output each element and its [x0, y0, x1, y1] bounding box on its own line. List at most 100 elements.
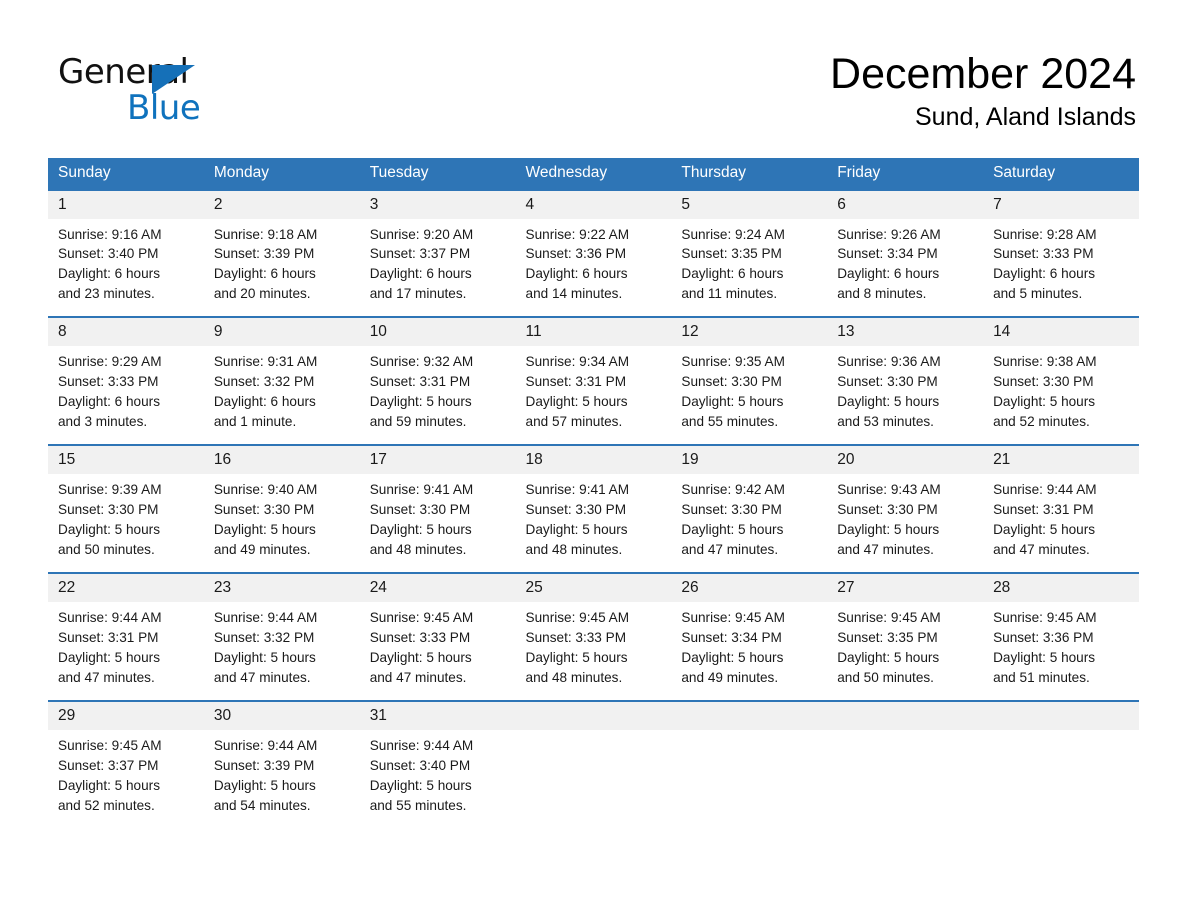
week-spacer-cell — [359, 432, 516, 446]
day-number — [827, 702, 984, 730]
calendar-day-cell[interactable]: 25 Sunrise: 9:45 AM Sunset: 3:33 PM Dayli… — [515, 572, 672, 688]
day-sun-info: Sunrise: 9:44 AM Sunset: 3:40 PM Dayligh… — [369, 738, 474, 813]
day-number: 26 — [671, 574, 828, 603]
calendar-empty-cell — [983, 700, 1139, 816]
week-spacer-row — [48, 560, 1139, 574]
calendar-day-cell[interactable]: 21 Sunrise: 9:44 AM Sunset: 3:31 PM Dayli… — [983, 444, 1139, 561]
week-spacer-cell — [203, 688, 360, 701]
day-number: 20 — [827, 446, 984, 475]
calendar-day-cell[interactable]: 28 Sunrise: 9:45 AM Sunset: 3:36 PM Dayli… — [983, 572, 1139, 688]
week-spacer-cell — [359, 688, 516, 701]
calendar-day-cell[interactable]: 13 Sunrise: 9:36 AM Sunset: 3:30 PM Dayli… — [827, 316, 984, 433]
day-number: 7 — [983, 190, 1139, 219]
calendar-page: General Blue December 2024 Sund, Aland I… — [0, 0, 1188, 918]
day-number: 24 — [359, 574, 516, 603]
calendar-empty-cell — [671, 700, 828, 816]
calendar-day-cell[interactable]: 17 Sunrise: 9:41 AM Sunset: 3:30 PM Dayli… — [359, 444, 516, 561]
calendar-day-cell[interactable]: 22 Sunrise: 9:44 AM Sunset: 3:31 PM Dayli… — [48, 572, 204, 688]
day-sun-info: Sunrise: 9:42 AM Sunset: 3:30 PM Dayligh… — [681, 482, 785, 558]
day-sun-info: Sunrise: 9:29 AM Sunset: 3:33 PM Dayligh… — [58, 354, 162, 430]
week-spacer-cell — [827, 432, 984, 446]
day-number: 6 — [827, 190, 984, 219]
day-sun-info: Sunrise: 9:45 AM Sunset: 3:33 PM Dayligh… — [525, 610, 630, 686]
week-spacer-cell — [671, 432, 828, 446]
calendar-day-cell[interactable]: 8 Sunrise: 9:29 AM Sunset: 3:33 PM Daylig… — [48, 316, 204, 433]
calendar-day-cell[interactable]: 5 Sunrise: 9:24 AM Sunset: 3:35 PM Daylig… — [671, 188, 828, 305]
calendar-day-cell[interactable]: 4 Sunrise: 9:22 AM Sunset: 3:36 PM Daylig… — [515, 188, 672, 305]
day-sun-info: Sunrise: 9:45 AM Sunset: 3:34 PM Dayligh… — [681, 610, 785, 686]
calendar-day-cell[interactable]: 1 Sunrise: 9:16 AM Sunset: 3:40 PM Daylig… — [48, 188, 204, 305]
calendar-week-row: 8 Sunrise: 9:29 AM Sunset: 3:33 PM Daylig… — [48, 316, 1139, 433]
day-sun-info: Sunrise: 9:40 AM Sunset: 3:30 PM Dayligh… — [213, 482, 318, 558]
title-block: December 2024 Sund, Aland Islands — [830, 50, 1136, 132]
calendar-day-cell[interactable]: 16 Sunrise: 9:40 AM Sunset: 3:30 PM Dayli… — [203, 444, 360, 561]
day-sun-info: Sunrise: 9:45 AM Sunset: 3:36 PM Dayligh… — [993, 610, 1097, 686]
calendar-day-cell[interactable]: 19 Sunrise: 9:42 AM Sunset: 3:30 PM Dayli… — [671, 444, 828, 561]
weekday-header-sunday: Sunday — [48, 158, 204, 190]
day-sun-info: Sunrise: 9:31 AM Sunset: 3:32 PM Dayligh… — [213, 354, 318, 430]
calendar-day-cell[interactable]: 9 Sunrise: 9:31 AM Sunset: 3:32 PM Daylig… — [203, 316, 360, 433]
calendar-head: Sunday Monday Tuesday Wednesday Thursday… — [48, 158, 1139, 190]
brand-logo[interactable]: General Blue — [58, 55, 318, 135]
day-sun-info: Sunrise: 9:24 AM Sunset: 3:35 PM Dayligh… — [681, 226, 785, 302]
calendar-day-cell[interactable]: 20 Sunrise: 9:43 AM Sunset: 3:30 PM Dayli… — [827, 444, 984, 561]
calendar-day-cell[interactable]: 12 Sunrise: 9:35 AM Sunset: 3:30 PM Dayli… — [671, 316, 828, 433]
day-number: 10 — [359, 318, 516, 347]
day-number: 22 — [48, 574, 204, 603]
calendar-day-cell[interactable]: 29 Sunrise: 9:45 AM Sunset: 3:37 PM Dayli… — [48, 700, 204, 816]
calendar-day-cell[interactable]: 18 Sunrise: 9:41 AM Sunset: 3:30 PM Dayli… — [515, 444, 672, 561]
calendar-day-cell[interactable]: 27 Sunrise: 9:45 AM Sunset: 3:35 PM Dayli… — [827, 572, 984, 688]
week-spacer-cell — [827, 560, 984, 574]
day-sun-info: Sunrise: 9:18 AM Sunset: 3:39 PM Dayligh… — [213, 226, 318, 302]
week-spacer-cell — [48, 432, 204, 446]
day-number: 19 — [671, 446, 828, 475]
week-spacer-row — [48, 432, 1139, 446]
weekday-header-monday: Monday — [203, 158, 360, 190]
day-sun-info: Sunrise: 9:35 AM Sunset: 3:30 PM Dayligh… — [681, 354, 785, 430]
week-spacer-cell — [515, 688, 672, 701]
week-spacer-cell — [827, 304, 984, 318]
day-number: 5 — [671, 190, 828, 219]
calendar-day-cell[interactable]: 3 Sunrise: 9:20 AM Sunset: 3:37 PM Daylig… — [359, 188, 516, 305]
calendar-body: 1 Sunrise: 9:16 AM Sunset: 3:40 PM Daylig… — [48, 188, 1139, 816]
day-number: 16 — [203, 446, 360, 475]
calendar-day-cell[interactable]: 6 Sunrise: 9:26 AM Sunset: 3:34 PM Daylig… — [827, 188, 984, 305]
day-number: 21 — [983, 446, 1139, 475]
weekday-header-friday: Friday — [827, 158, 984, 190]
calendar-week-row: 29 Sunrise: 9:45 AM Sunset: 3:37 PM Dayli… — [48, 700, 1139, 816]
day-sun-info: Sunrise: 9:45 AM Sunset: 3:33 PM Dayligh… — [369, 610, 474, 686]
calendar-day-cell[interactable]: 14 Sunrise: 9:38 AM Sunset: 3:30 PM Dayli… — [983, 316, 1139, 433]
day-number: 15 — [48, 446, 204, 475]
day-sun-info: Sunrise: 9:36 AM Sunset: 3:30 PM Dayligh… — [837, 354, 941, 430]
calendar-day-cell[interactable]: 24 Sunrise: 9:45 AM Sunset: 3:33 PM Dayli… — [359, 572, 516, 688]
day-sun-info: Sunrise: 9:28 AM Sunset: 3:33 PM Dayligh… — [993, 226, 1097, 302]
calendar-empty-cell — [827, 700, 984, 816]
calendar-day-cell[interactable]: 7 Sunrise: 9:28 AM Sunset: 3:33 PM Daylig… — [983, 188, 1139, 305]
day-sun-info: Sunrise: 9:39 AM Sunset: 3:30 PM Dayligh… — [58, 482, 162, 558]
calendar-day-cell[interactable]: 15 Sunrise: 9:39 AM Sunset: 3:30 PM Dayli… — [48, 444, 204, 561]
day-sun-info: Sunrise: 9:34 AM Sunset: 3:31 PM Dayligh… — [525, 354, 630, 430]
calendar-day-cell[interactable]: 26 Sunrise: 9:45 AM Sunset: 3:34 PM Dayli… — [671, 572, 828, 688]
calendar-day-cell[interactable]: 10 Sunrise: 9:32 AM Sunset: 3:31 PM Dayli… — [359, 316, 516, 433]
calendar-week-row: 22 Sunrise: 9:44 AM Sunset: 3:31 PM Dayli… — [48, 572, 1139, 688]
day-sun-info: Sunrise: 9:44 AM Sunset: 3:39 PM Dayligh… — [213, 738, 318, 813]
week-spacer-cell — [48, 688, 204, 701]
week-spacer-cell — [827, 688, 984, 701]
calendar-day-cell[interactable]: 11 Sunrise: 9:34 AM Sunset: 3:31 PM Dayli… — [515, 316, 672, 433]
day-number: 31 — [359, 702, 516, 730]
week-spacer-cell — [203, 560, 360, 574]
calendar-empty-cell — [515, 700, 672, 816]
day-number: 17 — [359, 446, 516, 475]
week-spacer-cell — [48, 560, 204, 574]
day-number: 8 — [48, 318, 204, 347]
calendar-day-cell[interactable]: 31 Sunrise: 9:44 AM Sunset: 3:40 PM Dayli… — [359, 700, 516, 816]
week-spacer-cell — [671, 560, 828, 574]
day-number: 23 — [203, 574, 360, 603]
calendar-day-cell[interactable]: 23 Sunrise: 9:44 AM Sunset: 3:32 PM Dayli… — [203, 572, 360, 688]
calendar-day-cell[interactable]: 30 Sunrise: 9:44 AM Sunset: 3:39 PM Dayli… — [203, 700, 360, 816]
week-spacer-cell — [671, 688, 828, 701]
day-number: 3 — [359, 190, 516, 219]
day-sun-info: Sunrise: 9:44 AM Sunset: 3:32 PM Dayligh… — [213, 610, 318, 686]
week-spacer-cell — [983, 432, 1139, 446]
calendar-day-cell[interactable]: 2 Sunrise: 9:18 AM Sunset: 3:39 PM Daylig… — [203, 188, 360, 305]
